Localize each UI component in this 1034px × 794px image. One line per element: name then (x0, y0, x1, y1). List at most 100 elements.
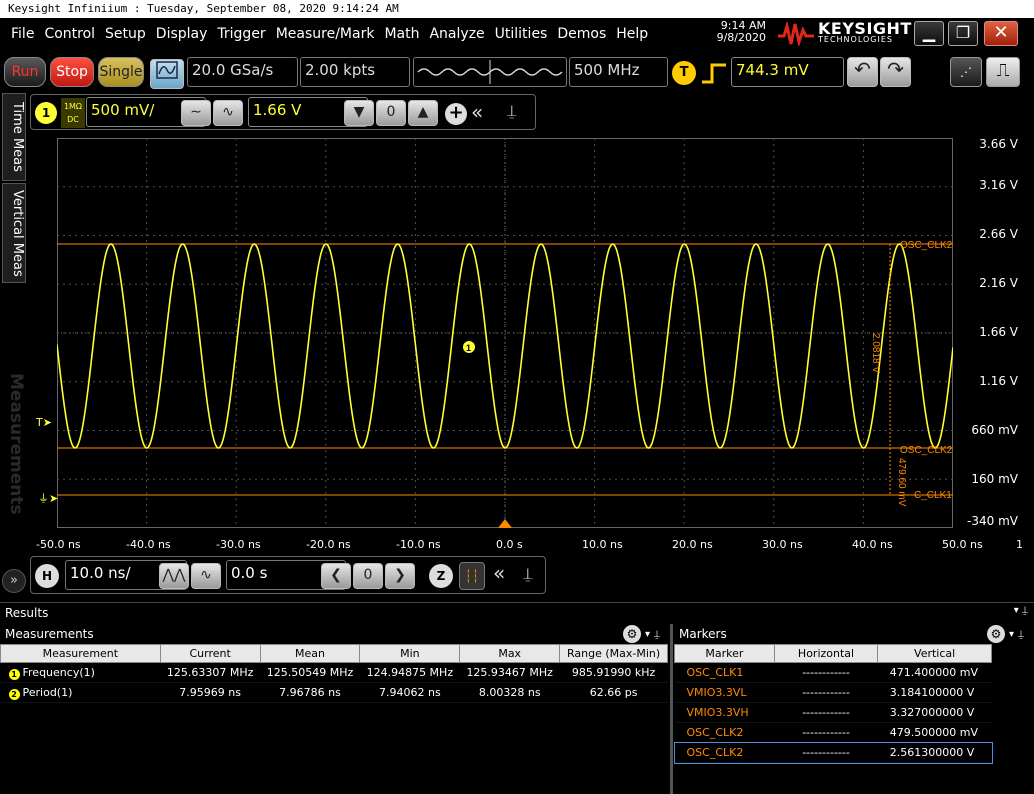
measurements-dropdown-icon[interactable]: ▾ (645, 629, 650, 640)
brand-name: KEYSIGHT (818, 19, 912, 38)
time-scale-increase-button[interactable]: ∿ (191, 563, 221, 589)
zero-icon: 0 (363, 567, 373, 583)
y-label: 2.16 V (979, 276, 1018, 290)
time-scale-decrease-button[interactable]: ⋀⋀ (159, 563, 189, 589)
scale-increase-button[interactable]: ∿ (213, 100, 243, 126)
channel-coupling[interactable]: 1MΩ DC (61, 98, 85, 128)
menu-utilities[interactable]: Utilities (490, 26, 553, 42)
pin-button[interactable]: ⍊ (507, 101, 517, 121)
marker-row[interactable]: OSC_CLK2 ------------ 479.500000 mV (674, 722, 992, 743)
offset-zero-button[interactable]: 0 (376, 100, 406, 126)
markers-title: Markers (679, 627, 727, 641)
col-header[interactable]: Marker (674, 644, 775, 663)
marker-row[interactable]: VMIO3.3VL ------------ 3.184100000 V (674, 682, 992, 703)
menu-file[interactable]: File (6, 26, 39, 42)
maximize-button[interactable]: ❐ (948, 21, 978, 46)
tab-time-meas[interactable]: Time Meas (2, 93, 26, 181)
add-channel-button[interactable]: + (445, 103, 467, 125)
position-right-button[interactable]: ❯ (385, 563, 415, 589)
y-label: 160 mV (971, 472, 1018, 486)
stop-button[interactable]: Stop (50, 57, 94, 87)
marker-vertical: 2.561300000 V (877, 742, 992, 763)
top-bar: File Control Setup Display Trigger Measu… (0, 18, 1034, 50)
coupling-impedance: 1MΩ (63, 102, 83, 111)
menu-trigger[interactable]: Trigger (212, 26, 270, 42)
collapse-channel-button[interactable]: « (471, 100, 483, 124)
marker-row[interactable]: VMIO3.3VH ------------ 3.327000000 V (674, 702, 992, 723)
horizontal-badge[interactable]: H (35, 564, 59, 588)
toolbar-expand-button[interactable]: ⋰ (950, 57, 982, 87)
menu-help[interactable]: Help (611, 26, 653, 42)
close-button[interactable]: ✕ (984, 21, 1018, 46)
minimize-icon: ▁ (922, 23, 936, 42)
scale-decrease-button[interactable]: ∼ (181, 100, 211, 126)
x-label: 50.0 ns (942, 538, 983, 551)
col-header[interactable]: Range (Max-Min) (559, 644, 668, 663)
measurements-settings-button[interactable]: ⚙ (622, 625, 641, 643)
marker-horizontal: ------------ (774, 702, 878, 723)
coupling-mode: DC (67, 115, 79, 124)
sample-rate-field[interactable]: 20.0 GSa/s (187, 57, 298, 87)
redo-button[interactable]: ↷ (880, 57, 911, 87)
measurements-pin-icon[interactable]: ⍊ (654, 629, 660, 640)
waveform-display[interactable]: OSC_CLK2 OSC_CLK2 C_CLK1 2.0818 V 479.60 mV 1 (57, 138, 953, 528)
col-header[interactable]: Measurement (0, 644, 161, 663)
menu-setup[interactable]: Setup (100, 26, 151, 42)
col-header[interactable]: Current (159, 644, 261, 663)
menu-control[interactable]: Control (39, 26, 100, 42)
position-zero-button[interactable]: 0 (353, 563, 383, 589)
col-header[interactable]: Mean (259, 644, 361, 663)
markers-dropdown-icon[interactable]: ▾ (1009, 629, 1014, 640)
marker-tool-button[interactable]: ┆┆ (459, 562, 485, 590)
menu-analyze[interactable]: Analyze (424, 26, 489, 42)
autoscale-button[interactable] (150, 59, 184, 89)
table-row[interactable]: 1 Frequency(1) 125.63307 MHz 125.50549 MH… (0, 662, 668, 683)
channel-1-badge[interactable]: 1 (35, 102, 57, 124)
marker-row[interactable]: OSC_CLK1 ------------ 471.400000 mV (674, 662, 992, 683)
wave-expand-icon: ∿ (200, 567, 212, 583)
double-chevron-left-icon: « (471, 100, 484, 124)
menu-measure-mark[interactable]: Measure/Mark (271, 26, 380, 42)
rising-edge-icon[interactable] (700, 62, 728, 84)
clock-date: 9/8/2020 (716, 31, 766, 44)
collapse-horizontal-button[interactable]: « (493, 561, 505, 585)
waveform-mode-button[interactable]: ⎍ (986, 57, 1020, 87)
cell-current: 125.63307 MHz (160, 662, 261, 683)
trigger-level-field[interactable]: 744.3 mV (731, 57, 844, 87)
markers-pin-icon[interactable]: ⍊ (1018, 629, 1024, 640)
memory-depth-field[interactable]: 2.00 kpts (300, 57, 410, 87)
undo-button[interactable]: ↶ (847, 57, 878, 87)
run-button[interactable]: Run (4, 57, 46, 87)
position-left-button[interactable]: ❮ (321, 563, 351, 589)
measurement-name: Frequency(1) (22, 665, 95, 679)
chevron-up-icon: ▲ (417, 104, 429, 120)
markers-settings-button[interactable]: ⚙ (986, 625, 1005, 643)
menu-display[interactable]: Display (151, 26, 213, 42)
measurements-title: Measurements (5, 627, 94, 641)
minimize-button[interactable]: ▁ (914, 21, 944, 46)
table-row[interactable]: 2 Period(1) 7.95969 ns 7.96786 ns 7.94062… (0, 682, 668, 703)
single-button[interactable]: Single (98, 57, 144, 87)
waveform-preview[interactable] (413, 57, 567, 87)
horizontal-pin-button[interactable]: ⍊ (523, 564, 533, 584)
offset-down-button[interactable]: ▼ (344, 100, 374, 126)
measurement-name: Period(1) (22, 685, 73, 699)
panel-splitter[interactable] (670, 624, 673, 794)
zoom-button[interactable]: Z (429, 564, 453, 588)
offset-up-button[interactable]: ▲ (408, 100, 438, 126)
col-header[interactable]: Max (459, 644, 561, 663)
menu-math[interactable]: Math (379, 26, 424, 42)
x-label: 40.0 ns (852, 538, 893, 551)
col-header[interactable]: Vertical (877, 644, 992, 663)
trigger-badge[interactable]: T (672, 61, 696, 85)
tab-vertical-meas[interactable]: Vertical Meas (2, 183, 26, 283)
menu-demos[interactable]: Demos (552, 26, 611, 42)
results-menu-button[interactable]: ▾ ⍊ (1014, 605, 1028, 616)
bandwidth-field[interactable]: 500 MHz (569, 57, 668, 87)
col-header[interactable]: Horizontal (773, 644, 879, 663)
col-header[interactable]: Min (359, 644, 461, 663)
expand-panel-button[interactable]: » (2, 569, 26, 593)
y-label: 2.66 V (979, 227, 1018, 241)
y-label: 1.16 V (979, 374, 1018, 388)
marker-row-selected[interactable]: OSC_CLK2 ------------ 2.561300000 V (673, 741, 993, 764)
